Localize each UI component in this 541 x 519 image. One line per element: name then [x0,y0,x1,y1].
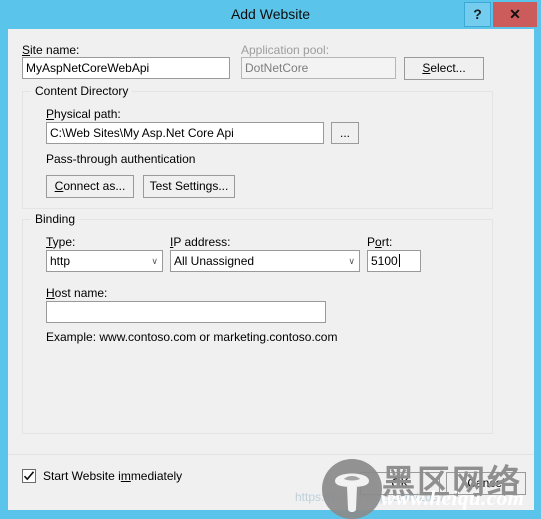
site-name-label: Site name: [22,43,80,57]
dialog-body: Site name: MyAspNetCoreWebApi Applicatio… [8,29,534,510]
application-pool-label: Application pool: [241,43,330,57]
binding-type-label: Type: [46,235,76,249]
binding-port-value: 5100 [371,254,398,268]
title-bar: Add Website ? ✕ [0,0,541,29]
chevron-down-icon: ∨ [348,256,355,266]
add-website-dialog: Add Website ? ✕ Site name: MyAspNetCoreW… [0,0,541,519]
binding-type-select[interactable]: http ∨ [46,250,163,272]
ok-button[interactable]: OK [360,472,440,495]
content-directory-group: Content Directory Physical path: C:\Web … [22,84,493,209]
binding-ip-value: All Unassigned [174,254,255,268]
binding-type-value: http [50,254,71,268]
physical-path-input[interactable]: C:\Web Sites\My Asp.Net Core Api [46,122,324,144]
connect-as-button[interactable]: Connect as... [46,175,134,198]
binding-port-label: Port: [367,235,393,249]
binding-group-title: Binding [31,212,80,226]
physical-path-label: Physical path: [46,107,121,121]
binding-ip-label: IP address: [170,235,231,249]
start-website-checkbox[interactable] [22,469,36,483]
browse-physical-path-button[interactable]: ... [331,122,359,144]
binding-ip-select[interactable]: All Unassigned ∨ [170,250,360,272]
binding-port-input[interactable]: 5100 [367,250,421,272]
application-pool-input: DotNetCore [241,57,396,79]
test-settings-button[interactable]: Test Settings... [143,175,235,198]
host-name-input[interactable] [46,301,326,323]
binding-group: Binding Type: http ∨ IP address: All Una… [22,212,493,434]
host-name-example-text: Example: www.contoso.com or marketing.co… [46,330,338,344]
help-button[interactable]: ? [464,2,491,27]
site-name-input[interactable]: MyAspNetCoreWebApi [22,57,230,79]
text-caret [398,254,400,267]
window-title: Add Website [230,6,311,22]
chevron-down-icon: ∨ [151,256,158,266]
start-website-label: Start Website immediately [43,469,183,483]
host-name-label: Host name: [46,286,108,300]
cancel-button[interactable]: Cancel [446,472,526,495]
pass-through-authentication-text: Pass-through authentication [46,152,196,166]
checkmark-icon [23,471,35,481]
close-button[interactable]: ✕ [493,2,537,27]
content-directory-group-title: Content Directory [31,84,133,98]
select-app-pool-button[interactable]: Select... [404,57,484,80]
